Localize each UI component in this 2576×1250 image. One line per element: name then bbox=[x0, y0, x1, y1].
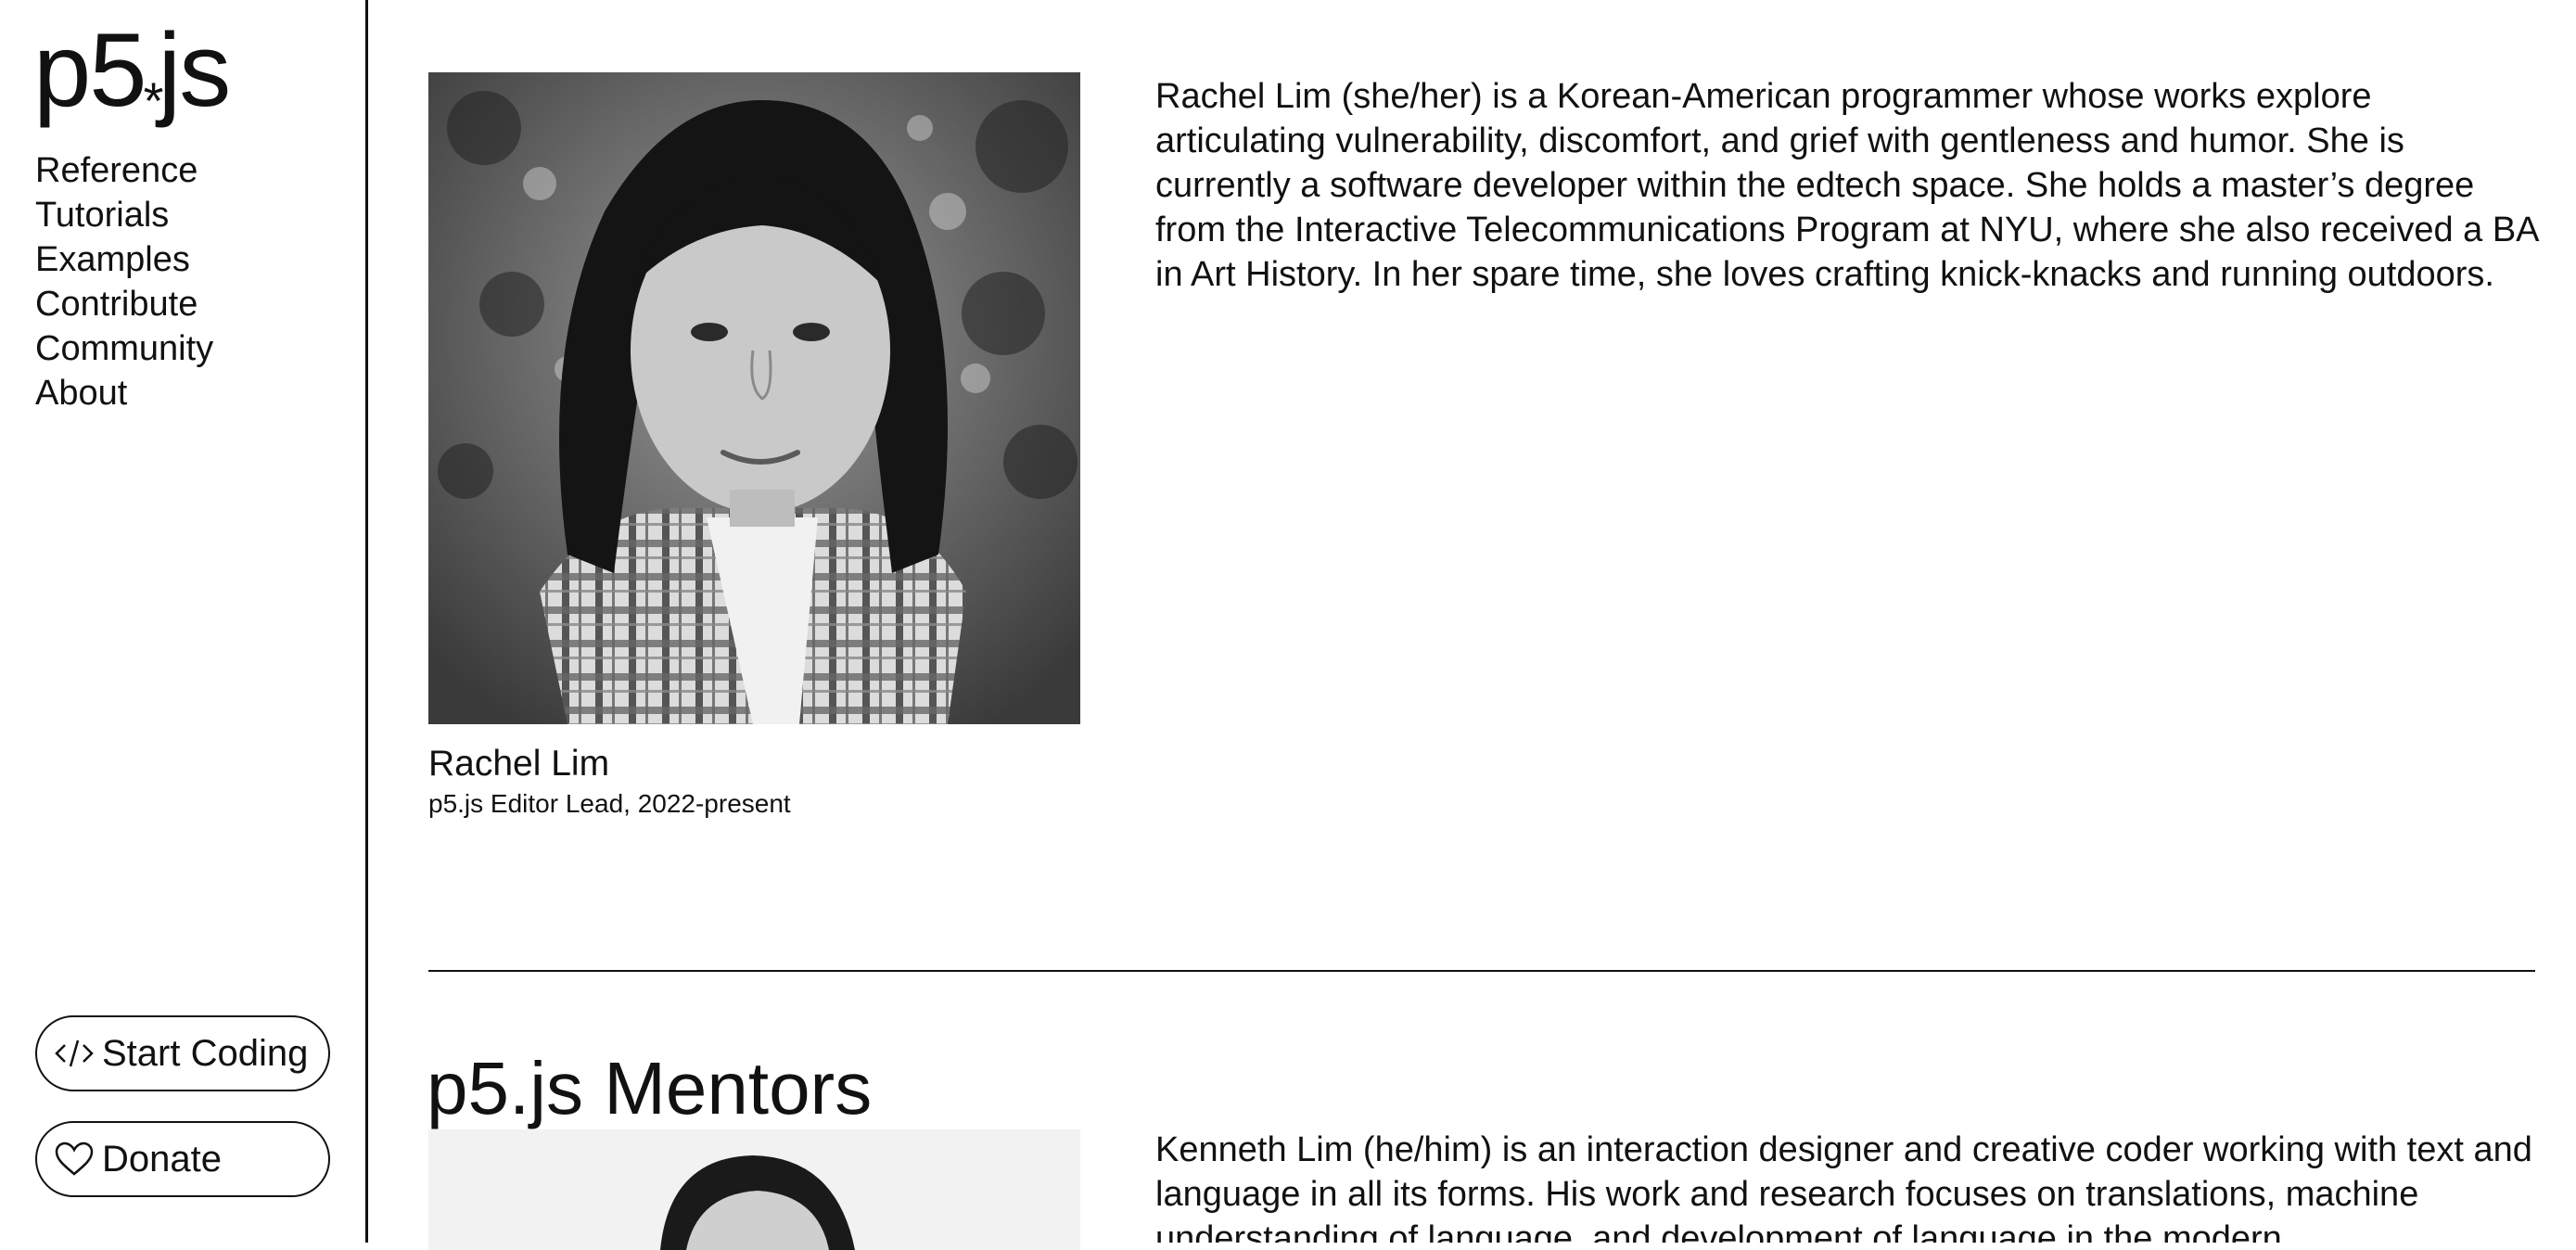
code-icon bbox=[55, 1040, 94, 1067]
portrait-rachel-lim bbox=[428, 72, 1080, 724]
heart-icon bbox=[55, 1142, 94, 1176]
nav-item-community[interactable]: Community bbox=[35, 326, 213, 371]
donate-label: Donate bbox=[102, 1138, 222, 1180]
start-coding-button[interactable]: Start Coding bbox=[35, 1015, 330, 1091]
nav-item-about[interactable]: About bbox=[35, 371, 213, 415]
nav-item-reference[interactable]: Reference bbox=[35, 148, 213, 193]
section-divider bbox=[428, 970, 2535, 972]
nav-item-tutorials[interactable]: Tutorials bbox=[35, 193, 213, 237]
sidebar: p5*js Reference Tutorials Examples Contr… bbox=[0, 0, 368, 1243]
person-role: p5.js Editor Lead, 2022-present bbox=[428, 789, 791, 818]
main-content: Rachel Lim p5.js Editor Lead, 2022-prese… bbox=[371, 0, 2576, 1250]
person-bio: Kenneth Lim (he/him) is an interaction d… bbox=[1155, 1130, 2532, 1243]
start-coding-label: Start Coding bbox=[102, 1032, 309, 1074]
logo-text-js: js bbox=[158, 12, 231, 128]
p5js-logo[interactable]: p5*js bbox=[33, 19, 231, 127]
main-nav: Reference Tutorials Examples Contribute … bbox=[35, 148, 213, 415]
logo-text-p5: p5 bbox=[33, 12, 147, 128]
person-name: Rachel Lim bbox=[428, 744, 610, 784]
portrait-kenneth-lim bbox=[428, 1129, 1080, 1250]
person-bio: Rachel Lim (she/her) is a Korean-America… bbox=[1155, 77, 2538, 294]
section-heading-mentors: p5.js Mentors bbox=[427, 1047, 873, 1129]
nav-item-contribute[interactable]: Contribute bbox=[35, 282, 213, 326]
donate-button[interactable]: Donate bbox=[35, 1121, 330, 1197]
nav-item-examples[interactable]: Examples bbox=[35, 237, 213, 282]
